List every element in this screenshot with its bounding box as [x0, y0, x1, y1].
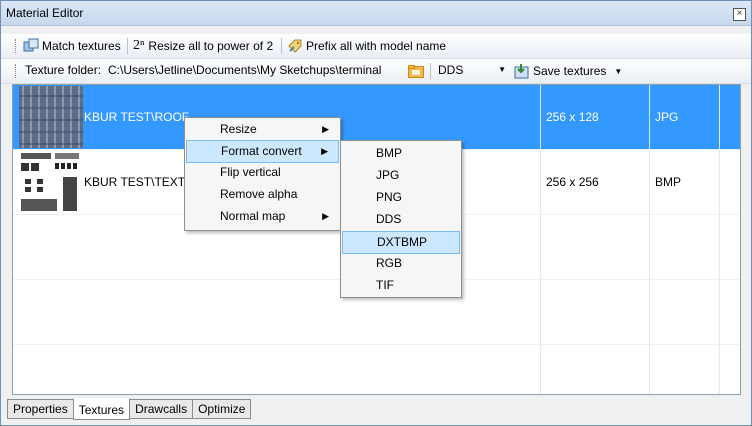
prefix-model-name-button[interactable]: Prefix all with model name: [287, 36, 446, 56]
resize-power2-button[interactable]: 2ⁿ Resize all to power of 2: [133, 36, 273, 56]
toolbar-separator: [281, 38, 282, 54]
save-textures-label: Save textures: [533, 64, 607, 78]
texture-format: BMP: [655, 175, 682, 189]
submenu-item-label: TIF: [376, 278, 394, 292]
save-icon: [514, 63, 530, 79]
submenu-item-label: PNG: [376, 190, 403, 204]
format-select[interactable]: DDS ▼: [438, 61, 508, 79]
texture-folder-path[interactable]: C:\Users\Jetline\Documents\My Sketchups\…: [108, 61, 381, 79]
texture-size: 256 x 256: [546, 175, 599, 189]
context-menu: Resize ▶ Format convert ▶ Flip vertical …: [184, 117, 341, 231]
chevron-down-icon[interactable]: ▼: [614, 67, 622, 76]
menu-item-format-convert[interactable]: Format convert ▶: [186, 140, 339, 163]
format-select-value: DDS: [438, 63, 464, 77]
column-divider: [719, 85, 720, 394]
match-textures-label: Match textures: [42, 39, 121, 53]
menu-item-label: Resize: [220, 122, 257, 136]
menu-item-label: Remove alpha: [220, 187, 298, 201]
chevron-right-icon: ▶: [322, 211, 329, 221]
tag-icon: [287, 38, 303, 54]
toolbar-grip[interactable]: [15, 39, 18, 53]
building-texture-thumbnail: [19, 151, 83, 213]
texture-name: KBUR TEST\TEXTU: [84, 175, 194, 189]
browse-folder-button[interactable]: [408, 61, 427, 81]
texture-name: KBUR TEST\ROOF_: [84, 110, 196, 124]
save-textures-button[interactable]: Save textures ▼: [514, 61, 622, 81]
submenu-item-label: BMP: [376, 146, 403, 160]
toolbar-separator: [430, 63, 431, 79]
roof-tile-thumbnail: [19, 86, 83, 148]
menu-item-normal-map[interactable]: Normal map ▶: [186, 206, 339, 227]
submenu-item-dxtbmp[interactable]: DXTBMP: [342, 231, 460, 254]
menu-item-label: Format convert: [221, 144, 302, 158]
match-textures-button[interactable]: Match textures: [23, 36, 121, 56]
window-title: Material Editor: [6, 6, 84, 20]
menu-item-label: Flip vertical: [220, 165, 281, 179]
close-icon[interactable]: ×: [733, 8, 746, 21]
toolbar-separator: [127, 38, 128, 54]
submenu-item-label: DDS: [376, 212, 402, 226]
chevron-right-icon: ▶: [321, 146, 328, 156]
texture-folder-label: Texture folder:: [25, 63, 102, 77]
resize-power2-label: Resize all to power of 2: [148, 39, 274, 53]
power-of-two-icon: 2ⁿ: [133, 38, 145, 53]
submenu-item-tif[interactable]: TIF: [342, 275, 460, 296]
submenu-item-label: DXTBMP: [377, 235, 428, 249]
tab-optimize[interactable]: Optimize: [192, 399, 252, 419]
submenu-item-label: JPG: [376, 168, 400, 182]
submenu-item-dds[interactable]: DDS: [342, 209, 460, 230]
prefix-model-name-label: Prefix all with model name: [306, 39, 447, 53]
column-divider: [540, 85, 541, 394]
match-textures-icon: [23, 38, 39, 54]
toolbar-folder: Texture folder: C:\Users\Jetline\Documen…: [1, 59, 751, 84]
tab-drawcalls[interactable]: Drawcalls: [129, 399, 194, 419]
column-divider: [649, 85, 650, 394]
bottom-tabs: Properties Textures Drawcalls Optimize: [7, 398, 252, 420]
tab-properties[interactable]: Properties: [7, 399, 74, 419]
submenu-item-jpg[interactable]: JPG: [342, 165, 460, 186]
menu-item-remove-alpha[interactable]: Remove alpha: [186, 184, 339, 205]
submenu-item-label: RGB: [376, 256, 403, 270]
menu-item-flip-vertical[interactable]: Flip vertical: [186, 162, 339, 183]
texture-size: 256 x 128: [546, 110, 599, 124]
chevron-right-icon: ▶: [322, 124, 329, 134]
submenu-item-rgb[interactable]: RGB: [342, 253, 460, 274]
submenu-item-png[interactable]: PNG: [342, 187, 460, 208]
format-submenu: BMP JPG PNG DDS DXTBMP RGB TIF: [340, 140, 462, 298]
toolbar-grip[interactable]: [15, 64, 18, 78]
title-bar: Material Editor ×: [1, 1, 751, 26]
submenu-item-bmp[interactable]: BMP: [342, 143, 460, 164]
toolbar-actions: Match textures 2ⁿ Resize all to power of…: [1, 34, 751, 59]
chevron-down-icon: ▼: [498, 65, 506, 74]
folder-icon: [408, 63, 424, 79]
texture-format: JPG: [655, 110, 679, 124]
tab-textures[interactable]: Textures: [72, 398, 131, 420]
menu-item-resize[interactable]: Resize ▶: [186, 119, 339, 140]
menu-item-label: Normal map: [220, 209, 286, 223]
